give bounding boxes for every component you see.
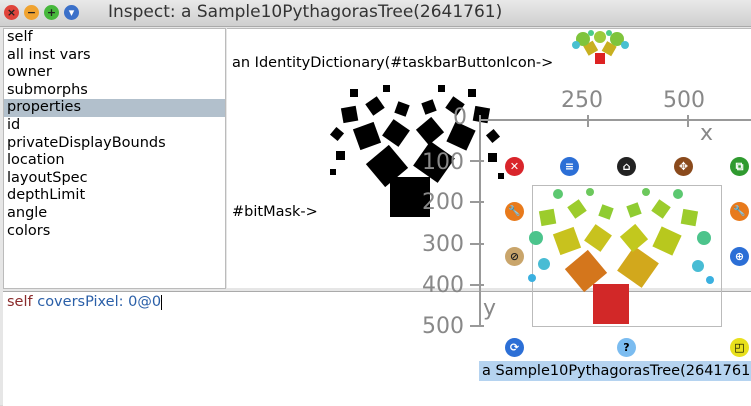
value-line-bitmask: #bitMask-> — [232, 204, 318, 220]
field-list[interactable]: self all inst vars owner submorphs prope… — [3, 28, 226, 289]
drag-halo-icon[interactable]: ✥ — [674, 157, 693, 176]
field-item-depth-limit[interactable]: depthLimit — [4, 187, 225, 205]
menu-halo-icon[interactable]: ≡ — [560, 157, 579, 176]
window-menu-button[interactable]: ▾ — [64, 5, 79, 20]
duplicate-halo-icon[interactable]: ⧉ — [730, 157, 749, 176]
y-tick-400: 400 — [422, 273, 464, 298]
y-tick-500: 500 — [422, 314, 464, 339]
y-tick-300: 300 — [422, 232, 464, 257]
value-line-taskbar-icon: an IdentityDictionary(#taskbarButtonIcon… — [232, 55, 554, 71]
field-item-id[interactable]: id — [4, 117, 225, 135]
scale-halo-icon[interactable]: ⊕ — [730, 247, 749, 266]
debug-left-halo-icon[interactable]: 🔧 — [505, 202, 524, 221]
field-item-angle[interactable]: angle — [4, 205, 225, 223]
field-item-owner[interactable]: owner — [4, 64, 225, 82]
field-item-colors[interactable]: colors — [4, 223, 225, 241]
x-tick-500: 500 — [663, 88, 705, 113]
field-item-all-inst-vars[interactable]: all inst vars — [4, 47, 225, 65]
field-item-properties[interactable]: properties — [4, 99, 225, 117]
field-item-layout-spec[interactable]: layoutSpec — [4, 170, 225, 188]
pythagoras-tree-morph[interactable] — [528, 188, 728, 326]
delete-halo-icon[interactable]: ✕ — [505, 157, 524, 176]
x-tick-250: 250 — [561, 88, 603, 113]
debug-right-halo-icon[interactable]: 🔧 — [730, 202, 749, 221]
code-arg-token: 0@0 — [128, 294, 162, 310]
expand-window-button[interactable]: + — [44, 5, 59, 20]
text-cursor — [161, 294, 163, 310]
field-item-submorphs[interactable]: submorphs — [4, 82, 225, 100]
taskbar-button-icon-image — [572, 30, 629, 64]
rotate-halo-icon[interactable]: ⟳ — [505, 338, 524, 357]
field-item-self[interactable]: self — [4, 29, 225, 47]
grab-halo-icon[interactable]: ⌂ — [617, 157, 636, 176]
minimize-window-button[interactable]: − — [24, 5, 39, 20]
resize-halo-icon[interactable]: ◰ — [730, 338, 749, 357]
y-tick-200: 200 — [422, 190, 464, 215]
close-window-button[interactable]: × — [4, 5, 19, 20]
field-item-location[interactable]: location — [4, 152, 225, 170]
code-line[interactable]: self coversPixel: 0@0 — [7, 294, 163, 310]
y-tick-0: 0 — [453, 105, 467, 130]
code-self-token: self — [7, 294, 33, 310]
inspector-window: × − + ▾ Inspect: a Sample10PythagorasTre… — [0, 0, 751, 406]
code-selector-token: coversPixel: — [37, 294, 124, 310]
y-tick-100: 100 — [422, 150, 464, 175]
window-title: Inspect: a Sample10PythagorasTree(264176… — [108, 2, 503, 22]
field-item-private-display-bounds[interactable]: privateDisplayBounds — [4, 135, 225, 153]
title-bar[interactable]: × − + ▾ Inspect: a Sample10PythagorasTre… — [0, 0, 751, 27]
halo-morph-name-label[interactable]: a Sample10PythagorasTree(2641761) — [479, 361, 751, 381]
collapse-halo-icon[interactable]: ⊘ — [505, 247, 524, 266]
help-halo-icon[interactable]: ? — [617, 338, 636, 357]
